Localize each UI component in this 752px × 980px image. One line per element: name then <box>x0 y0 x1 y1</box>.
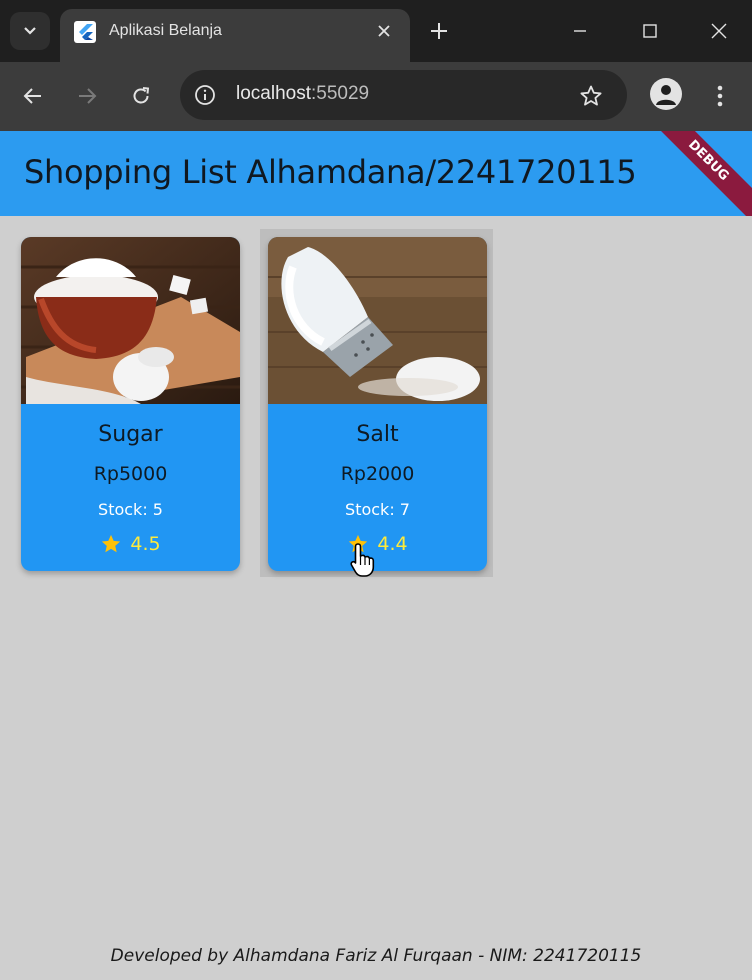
product-rating: 4.4 <box>268 533 487 555</box>
minimize-icon <box>574 30 586 32</box>
flutter-logo-icon <box>74 21 96 43</box>
browser-menu-button[interactable] <box>704 78 736 114</box>
maximize-button[interactable] <box>633 14 667 48</box>
salt-shaker-photo <box>268 237 487 404</box>
url-host: localhost <box>236 83 311 104</box>
tab-title: Aplikasi Belanja <box>109 22 222 39</box>
reload-button[interactable] <box>123 78 159 114</box>
site-info-button[interactable] <box>192 82 218 108</box>
forward-button[interactable] <box>69 78 105 114</box>
tab-search-button[interactable] <box>10 12 50 50</box>
sugar-bowl-photo <box>21 237 240 404</box>
profile-avatar-button[interactable] <box>650 78 682 110</box>
url-port: :55029 <box>311 83 370 104</box>
back-button[interactable] <box>15 78 51 114</box>
info-icon <box>195 85 215 105</box>
product-stock: Stock: 5 <box>98 500 163 519</box>
plus-icon <box>431 23 447 39</box>
browser-titlebar: Aplikasi Belanja <box>0 0 752 62</box>
product-price: Rp5000 <box>93 463 168 485</box>
close-icon <box>711 23 727 39</box>
product-card-sugar[interactable]: Sugar Rp5000 Stock: 5 4.5 <box>21 237 240 571</box>
new-tab-button[interactable] <box>424 16 454 46</box>
window-close-button[interactable] <box>702 14 736 48</box>
product-stock: Stock: 7 <box>345 500 410 519</box>
rating-value: 4.4 <box>377 533 408 555</box>
app-bar: Shopping List Alhamdana/2241720115 DEBUG <box>0 131 752 216</box>
address-bar[interactable]: localhost:55029 <box>180 70 627 120</box>
browser-tab-active[interactable]: Aplikasi Belanja <box>60 9 410 62</box>
product-price: Rp2000 <box>340 463 415 485</box>
tab-close-button[interactable] <box>372 19 396 43</box>
hand-pointer-cursor-icon <box>350 543 375 577</box>
url-text: localhost:55029 <box>236 83 369 105</box>
debug-banner: DEBUG <box>642 131 752 216</box>
arrow-right-icon <box>79 88 97 104</box>
browser-toolbar: localhost:55029 <box>0 62 752 131</box>
product-card-salt[interactable]: Salt Rp2000 Stock: 7 4.4 <box>268 237 487 571</box>
star-icon <box>102 534 121 553</box>
rating-value: 4.5 <box>130 533 161 555</box>
page-title: Shopping List Alhamdana/2241720115 <box>24 153 637 191</box>
minimize-button[interactable] <box>563 14 597 48</box>
product-name: Salt <box>356 422 399 447</box>
more-vertical-icon <box>717 85 723 107</box>
product-name: Sugar <box>98 422 163 447</box>
footer-credit: Developed by Alhamdana Fariz Al Furqaan … <box>110 946 642 966</box>
chevron-down-icon <box>24 27 36 35</box>
maximize-icon <box>643 24 657 38</box>
bookmark-button[interactable] <box>577 82 605 110</box>
reload-icon <box>133 87 150 104</box>
product-rating: 4.5 <box>21 533 240 555</box>
person-icon <box>656 85 676 105</box>
star-outline-icon <box>580 85 602 106</box>
arrow-left-icon <box>23 88 41 104</box>
close-icon <box>378 25 390 37</box>
